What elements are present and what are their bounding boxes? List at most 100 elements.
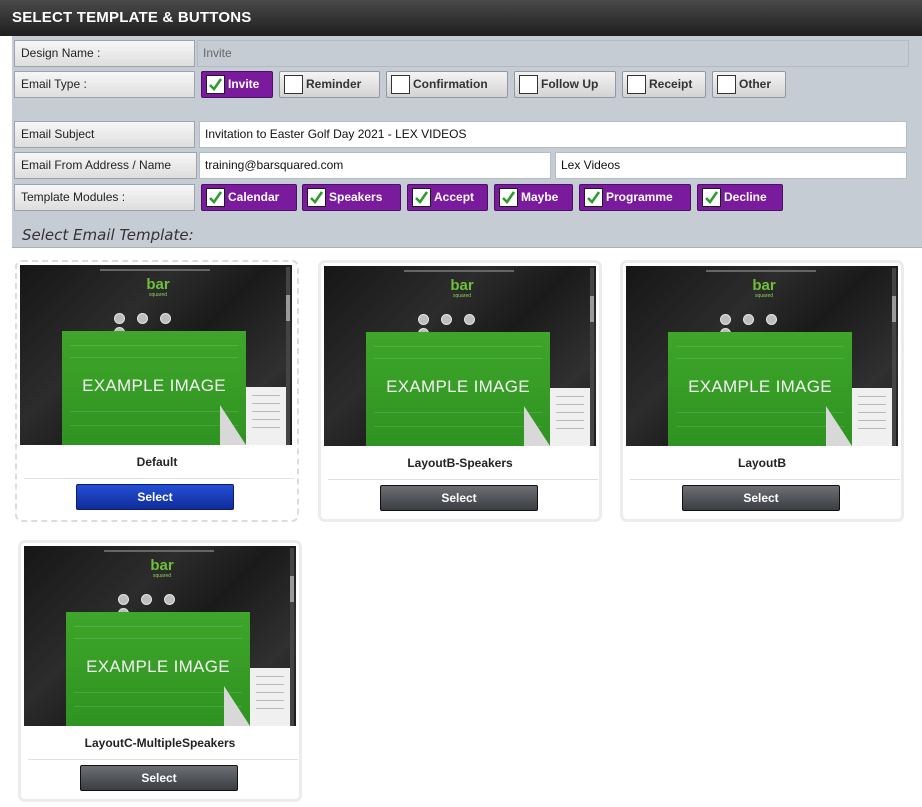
- preview-scrollbar[interactable]: [290, 548, 294, 726]
- template-card: bar squared EXAMPLE IMAGE LayoutC-MultipleS…: [18, 540, 302, 802]
- divider: [328, 479, 598, 480]
- module-accept-checkbox[interactable]: Accept: [407, 184, 488, 211]
- rss-icon: [160, 313, 171, 324]
- home-icon: [114, 313, 125, 324]
- rss-icon: [164, 594, 175, 605]
- page-title: SELECT TEMPLATE & BUTTONS: [0, 0, 922, 36]
- email-type-follow-up-checkbox[interactable]: Follow Up: [514, 71, 616, 98]
- module-maybe-checkbox[interactable]: Maybe: [494, 184, 573, 211]
- preview-scrollbar[interactable]: [590, 268, 594, 446]
- logo-subtext: squared: [148, 292, 168, 298]
- module-option-label: Accept: [434, 190, 475, 204]
- template-card: bar squared EXAMPLE IMAGE LayoutB Select: [620, 260, 904, 522]
- example-image-text: EXAMPLE IMAGE: [82, 376, 226, 395]
- email-subject-field[interactable]: Invitation to Easter Golf Day 2021 - LEX…: [199, 121, 907, 148]
- logo-subtext: squared: [452, 293, 472, 299]
- divider: [28, 759, 298, 760]
- preview-header-line: [100, 269, 210, 271]
- select-template-button[interactable]: Select: [80, 765, 238, 791]
- module-calendar-checkbox[interactable]: Calendar: [201, 184, 297, 211]
- home-icon: [118, 594, 129, 605]
- preview-side-panel: [550, 388, 590, 446]
- check-icon: [499, 188, 518, 207]
- check-icon: [412, 188, 431, 207]
- template-card: bar squared EXAMPLE IMAGE LayoutB-Speakers S…: [318, 260, 602, 522]
- twitter-icon: [743, 314, 754, 325]
- social-icons: [118, 594, 208, 619]
- email-from-address-field[interactable]: training@barsquared.com: [199, 152, 551, 179]
- email-from-label: Email From Address / Name: [14, 152, 197, 179]
- home-icon: [720, 314, 731, 325]
- select-template-button[interactable]: Select: [380, 485, 538, 511]
- module-speakers-checkbox[interactable]: Speakers: [302, 184, 401, 211]
- settings-panel: Design Name : Invite Email Type : Invite…: [12, 36, 922, 248]
- twitter-icon: [141, 594, 152, 605]
- design-name-row: Design Name : Invite: [14, 40, 920, 67]
- module-option-label: Programme: [606, 190, 673, 204]
- page-curl: [826, 406, 852, 446]
- module-programme-checkbox[interactable]: Programme: [579, 184, 691, 211]
- email-type-option-label: Reminder: [306, 77, 362, 91]
- module-option-label: Maybe: [521, 190, 559, 204]
- template-modules-row: Template Modules : Calendar Speakers Accep…: [14, 184, 920, 211]
- rss-icon: [766, 314, 777, 325]
- example-image-block: EXAMPLE IMAGE: [366, 332, 550, 446]
- check-icon: [206, 188, 225, 207]
- example-image-block: EXAMPLE IMAGE: [668, 332, 852, 446]
- logo-subtext: squared: [754, 293, 774, 299]
- email-type-reminder-checkbox[interactable]: Reminder: [279, 71, 380, 98]
- email-subject-label: Email Subject: [14, 121, 195, 148]
- page-curl: [220, 405, 246, 445]
- email-type-confirmation-checkbox[interactable]: Confirmation: [386, 71, 508, 98]
- module-option-label: Calendar: [228, 190, 280, 204]
- template-name: LayoutC-MultipleSpeakers: [84, 736, 236, 750]
- module-option-label: Decline: [724, 190, 767, 204]
- example-image-text: EXAMPLE IMAGE: [86, 657, 230, 676]
- email-type-option-label: Follow Up: [541, 77, 599, 91]
- template-modules-label: Template Modules :: [14, 184, 195, 211]
- rss-icon: [464, 314, 475, 325]
- checkbox-empty-icon: [284, 75, 303, 94]
- barsquared-logo: bar squared: [744, 278, 784, 299]
- template-preview-image: bar squared EXAMPLE IMAGE: [20, 265, 292, 445]
- logo-text: bar: [150, 557, 174, 574]
- social-icons: [114, 313, 204, 338]
- check-icon: [206, 75, 225, 94]
- logo-subtext: squared: [152, 573, 172, 579]
- preview-header-line: [104, 550, 214, 552]
- preview-side-panel: [852, 388, 892, 446]
- social-icons: [720, 314, 810, 339]
- example-image-text: EXAMPLE IMAGE: [688, 377, 832, 396]
- module-decline-checkbox[interactable]: Decline: [697, 184, 783, 211]
- preview-scrollbar[interactable]: [892, 268, 896, 446]
- select-template-button[interactable]: Select: [682, 485, 840, 511]
- page-curl: [224, 686, 250, 726]
- template-name: Default: [136, 455, 178, 469]
- logo-text: bar: [450, 277, 474, 294]
- preview-scrollbar[interactable]: [286, 267, 290, 445]
- checkbox-empty-icon: [519, 75, 538, 94]
- checkbox-empty-icon: [717, 75, 736, 94]
- social-icons: [418, 314, 508, 339]
- preview-header-line: [706, 270, 816, 272]
- template-card: bar squared EXAMPLE IMAGE Default Select: [15, 260, 299, 522]
- barsquared-logo: bar squared: [138, 277, 178, 298]
- check-icon: [702, 188, 721, 207]
- email-type-option-label: Receipt: [649, 77, 693, 91]
- twitter-icon: [137, 313, 148, 324]
- email-type-option-label: Confirmation: [413, 77, 488, 91]
- template-preview-image: bar squared EXAMPLE IMAGE: [324, 266, 596, 446]
- email-type-option-label: Invite: [228, 77, 260, 91]
- example-image-block: EXAMPLE IMAGE: [62, 331, 246, 445]
- barsquared-logo: bar squared: [442, 278, 482, 299]
- email-type-receipt-checkbox[interactable]: Receipt: [622, 71, 706, 98]
- email-type-invite-checkbox[interactable]: Invite: [201, 71, 273, 98]
- select-template-button[interactable]: Select: [76, 484, 234, 510]
- home-icon: [418, 314, 429, 325]
- email-from-name-field[interactable]: Lex Videos: [555, 152, 907, 179]
- check-icon: [584, 188, 603, 207]
- email-type-other-checkbox[interactable]: Other: [712, 71, 786, 98]
- twitter-icon: [441, 314, 452, 325]
- check-icon: [307, 188, 326, 207]
- email-subject-row: Email Subject Invitation to Easter Golf …: [14, 121, 920, 148]
